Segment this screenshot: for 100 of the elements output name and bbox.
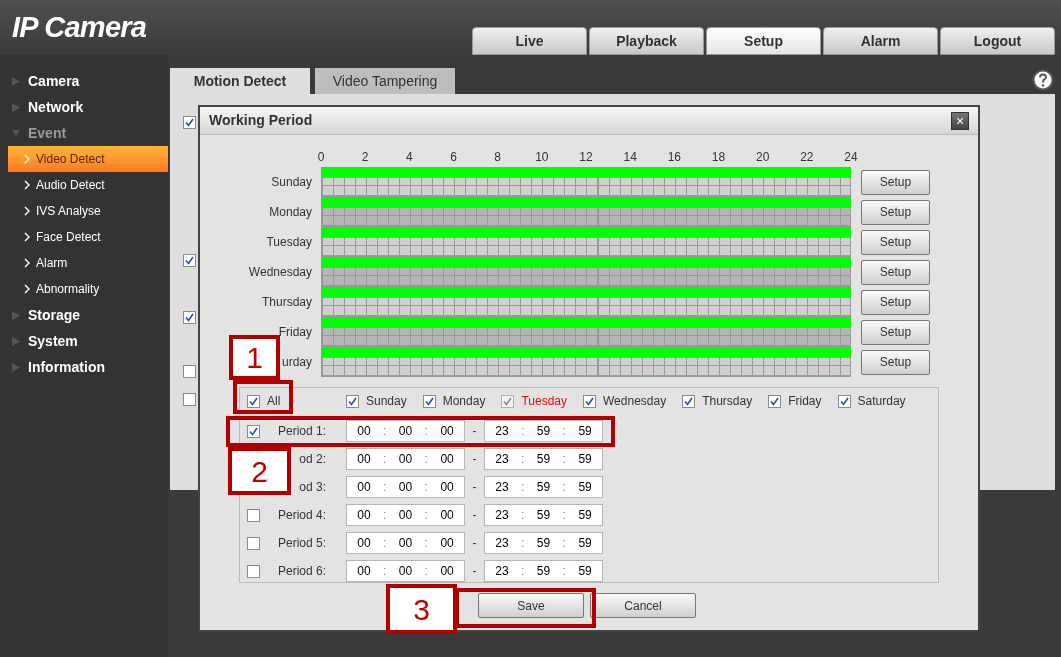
range-separator: - — [471, 535, 478, 552]
start-time-field[interactable]: 00 : 00 : 00 — [346, 420, 465, 442]
day-label: Wednesday — [248, 264, 312, 281]
setup-button[interactable]: Setup — [861, 319, 930, 345]
time-value: 00 — [440, 507, 454, 524]
sidebar-item[interactable]: Event — [0, 120, 168, 146]
schedule-grid[interactable] — [321, 357, 851, 377]
time-value: 23 — [495, 563, 509, 580]
nav-tab[interactable]: Setup — [706, 27, 821, 55]
start-time-field[interactable]: 00 : 00 : 00 — [346, 476, 465, 498]
time-separator: : — [424, 479, 428, 496]
start-time-field[interactable]: 00 : 00 : 00 — [346, 532, 465, 554]
setup-button[interactable]: Setup — [861, 229, 930, 255]
start-time-field[interactable]: 00 : 00 : 00 — [346, 448, 465, 470]
schedule-grid[interactable] — [321, 237, 851, 257]
time-separator: : — [383, 451, 387, 468]
time-value: 00 — [398, 507, 413, 524]
checkbox[interactable] — [183, 311, 196, 324]
checkbox-label: All — [267, 393, 281, 410]
checkbox[interactable] — [768, 394, 782, 408]
checkbox[interactable] — [501, 394, 515, 408]
checkbox[interactable] — [183, 254, 196, 267]
sidebar-item[interactable]: Camera — [0, 68, 168, 94]
checkbox-label: Sunday — [366, 393, 407, 410]
end-time-field[interactable]: 23 : 59 : 59 — [484, 532, 603, 554]
tab[interactable]: Motion Detect — [170, 68, 310, 94]
chevron-right-icon — [24, 232, 30, 242]
end-time-field[interactable]: 23 : 59 : 59 — [484, 504, 603, 526]
checkbox[interactable] — [837, 394, 851, 408]
sidebar-subitem[interactable]: Face Detect — [8, 224, 168, 250]
chevron-right-icon — [24, 284, 30, 294]
checkbox[interactable] — [247, 394, 260, 408]
checkbox[interactable] — [183, 393, 196, 406]
sidebar-item[interactable]: System — [0, 328, 168, 354]
help-icon[interactable] — [1032, 69, 1054, 91]
checkbox[interactable] — [247, 508, 260, 522]
nav-tab[interactable]: Logout — [940, 27, 1055, 55]
sidebar-subitem[interactable]: Audio Detect — [8, 172, 168, 198]
cancel-button[interactable]: Cancel — [590, 593, 696, 618]
time-separator: : — [424, 451, 428, 468]
time-value: 59 — [536, 479, 551, 496]
time-separator: : — [424, 507, 428, 524]
sidebar-subitem[interactable]: Alarm — [8, 250, 168, 276]
start-time-field[interactable]: 00 : 00 : 00 — [346, 504, 465, 526]
end-time-field[interactable]: 23 : 59 : 59 — [484, 448, 603, 470]
setup-button[interactable]: Setup — [861, 199, 930, 225]
checkbox[interactable] — [583, 394, 596, 408]
checkbox[interactable] — [183, 116, 196, 129]
schedule-grid[interactable] — [321, 297, 851, 317]
nav-tab[interactable]: Playback — [589, 27, 704, 55]
time-value: 00 — [398, 563, 413, 580]
time-value: 23 — [495, 507, 509, 524]
day-label: Monday — [269, 204, 312, 221]
hour-label: 12 — [579, 149, 593, 166]
checkbox-label: Thursday — [702, 393, 753, 410]
end-time-field[interactable]: 23 : 59 : 59 — [484, 420, 603, 442]
checkbox[interactable] — [247, 424, 260, 438]
period-label: Period 6: — [276, 563, 327, 580]
time-value: 00 — [357, 507, 371, 524]
setup-button[interactable]: Setup — [861, 289, 930, 315]
setup-button[interactable]: Setup — [861, 349, 930, 375]
end-time-field[interactable]: 23 : 59 : 59 — [484, 560, 603, 582]
day-label: Thursday — [261, 294, 312, 311]
chevron-right-icon — [24, 206, 30, 216]
checkbox[interactable] — [682, 394, 696, 408]
schedule-grid[interactable] — [321, 177, 851, 197]
checkbox[interactable] — [247, 564, 260, 578]
time-value: 59 — [578, 507, 592, 524]
sidebar-item[interactable]: Storage — [0, 302, 168, 328]
tab[interactable]: Video Tampering — [315, 68, 455, 94]
hour-label: 0 — [317, 149, 325, 166]
start-time-field[interactable]: 00 : 00 : 00 — [346, 560, 465, 582]
nav-tab[interactable]: Live — [472, 27, 587, 55]
close-button[interactable]: × — [951, 111, 969, 130]
time-value: 00 — [357, 479, 371, 496]
nav-tab[interactable]: Alarm — [823, 27, 938, 55]
checkbox-label: Wednesday — [603, 393, 667, 410]
sidebar-subitem[interactable]: IVS Analyse — [8, 198, 168, 224]
time-value: 59 — [536, 423, 551, 440]
sidebar-item[interactable]: Network — [0, 94, 168, 120]
setup-button[interactable]: Setup — [861, 259, 930, 285]
setup-button[interactable]: Setup — [861, 169, 930, 195]
time-value: 00 — [357, 535, 371, 552]
checkbox[interactable] — [422, 394, 436, 408]
hour-label: 24 — [844, 149, 858, 166]
time-value: 00 — [440, 479, 454, 496]
hour-label: 6 — [450, 149, 457, 166]
sidebar-item[interactable]: Information — [0, 354, 168, 380]
end-time-field[interactable]: 23 : 59 : 59 — [484, 476, 603, 498]
sidebar-subitem[interactable]: Abnormality — [8, 276, 168, 302]
checkbox[interactable] — [183, 365, 196, 378]
time-value: 59 — [578, 451, 592, 468]
time-value: 59 — [578, 563, 592, 580]
highlight-frame — [233, 380, 293, 414]
checkbox[interactable] — [346, 394, 359, 408]
time-separator: : — [521, 507, 525, 524]
sidebar-subitem[interactable]: Video Detect — [8, 146, 168, 172]
save-button[interactable]: Save — [478, 593, 584, 618]
checkbox[interactable] — [247, 536, 260, 550]
hour-label: 2 — [361, 149, 369, 166]
